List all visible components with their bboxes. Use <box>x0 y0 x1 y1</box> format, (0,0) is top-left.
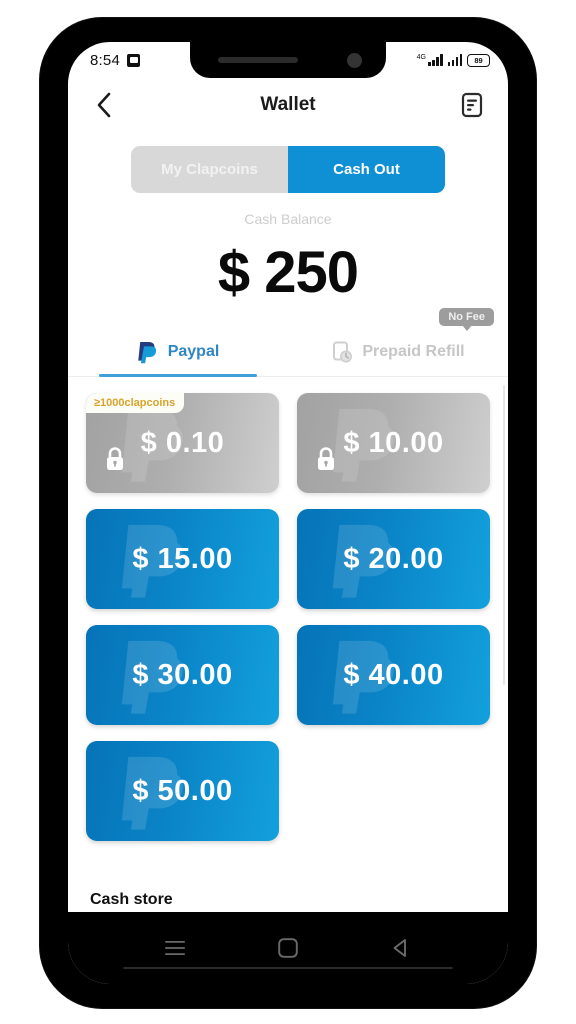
front-camera <box>347 53 362 68</box>
status-time: 8:54 <box>90 51 120 69</box>
balance-amount: $ 250 <box>217 240 359 305</box>
earpiece-speaker <box>218 57 298 63</box>
home-button[interactable] <box>266 930 310 966</box>
no-fee-badge: No Fee <box>439 308 494 326</box>
amount-label-5: $ 40.00 <box>343 658 444 691</box>
transaction-history-button[interactable] <box>456 89 488 121</box>
segment-cash-out[interactable]: Cash Out <box>288 146 445 193</box>
amount-grid-scroll-area[interactable]: ≥1000clapcoins $ 0.10 $ 10.00 $ 15.00 $ … <box>68 377 508 877</box>
amount-label-1: $ 10.00 <box>343 426 444 459</box>
calendar-icon <box>127 53 140 67</box>
menu-lines-icon <box>164 941 185 955</box>
requirement-badge-0: ≥1000clapcoins <box>86 393 185 413</box>
amount-label-6: $ 50.00 <box>132 774 233 807</box>
vertical-scrollbar[interactable] <box>502 385 505 685</box>
prepaid-refill-icon <box>333 341 353 363</box>
status-bar-left: 8:54 <box>90 52 140 69</box>
square-home-icon <box>278 938 298 958</box>
tab-prepaid-refill-label: Prepaid Refill <box>362 343 465 360</box>
android-navigation-bar <box>68 912 508 984</box>
back-button[interactable] <box>88 89 120 121</box>
amount-label-3: $ 20.00 <box>343 542 444 575</box>
home-indicator <box>123 967 453 969</box>
app-header: Wallet <box>68 78 508 132</box>
segment-my-clapcoins[interactable]: My Clapcoins <box>131 146 288 193</box>
amount-card-3[interactable]: $ 20.00 <box>297 509 490 609</box>
phone-screen: 8:54 4G 89 Wallet My Clapcoins Cash Out … <box>68 42 508 984</box>
phone-notch <box>190 42 386 78</box>
lock-icon <box>107 447 123 470</box>
page-title: Wallet <box>260 94 316 115</box>
cash-store-heading: Cash store <box>90 891 173 908</box>
battery-icon: 89 <box>467 53 490 67</box>
back-nav-button[interactable] <box>379 930 423 966</box>
signal-strength-icon-1 <box>428 54 443 66</box>
paypal-logo-icon <box>138 342 156 364</box>
amount-card-2[interactable]: $ 15.00 <box>86 509 279 609</box>
phone-frame: 8:54 4G 89 Wallet My Clapcoins Cash Out … <box>40 18 536 1008</box>
segmented-control: My Clapcoins Cash Out <box>131 146 445 193</box>
amount-label-2: $ 15.00 <box>132 542 233 575</box>
tab-paypal[interactable]: Paypal <box>68 330 288 377</box>
balance-label: Cash Balance <box>244 211 332 227</box>
amount-card-6[interactable]: $ 50.00 <box>86 741 279 841</box>
lock-icon <box>318 447 334 470</box>
tab-paypal-label: Paypal <box>167 343 220 360</box>
amount-card-5[interactable]: $ 40.00 <box>297 625 490 725</box>
amount-card-1[interactable]: $ 10.00 <box>297 393 490 493</box>
signal-strength-icon-2 <box>447 54 462 66</box>
payment-method-tabs: Paypal No Fee Prepaid Refill <box>68 308 508 377</box>
recents-button[interactable] <box>153 930 197 966</box>
wallet-mode-toggle: My Clapcoins Cash Out <box>68 146 508 193</box>
amount-label-0: $ 0.10 <box>140 426 225 459</box>
amount-card-4[interactable]: $ 30.00 <box>86 625 279 725</box>
amount-card-0[interactable]: ≥1000clapcoins $ 0.10 <box>86 393 279 493</box>
amount-label-4: $ 30.00 <box>132 658 233 691</box>
triangle-back-icon <box>393 939 407 957</box>
tab-prepaid-refill[interactable]: No Fee Prepaid Refill <box>288 308 508 376</box>
network-type-label: 4G <box>416 53 426 61</box>
document-list-icon <box>461 92 483 118</box>
status-bar-right: 4G 89 <box>416 53 490 67</box>
amount-card-grid: ≥1000clapcoins $ 0.10 $ 10.00 $ 15.00 $ … <box>86 393 490 841</box>
chevron-left-icon <box>97 92 111 118</box>
